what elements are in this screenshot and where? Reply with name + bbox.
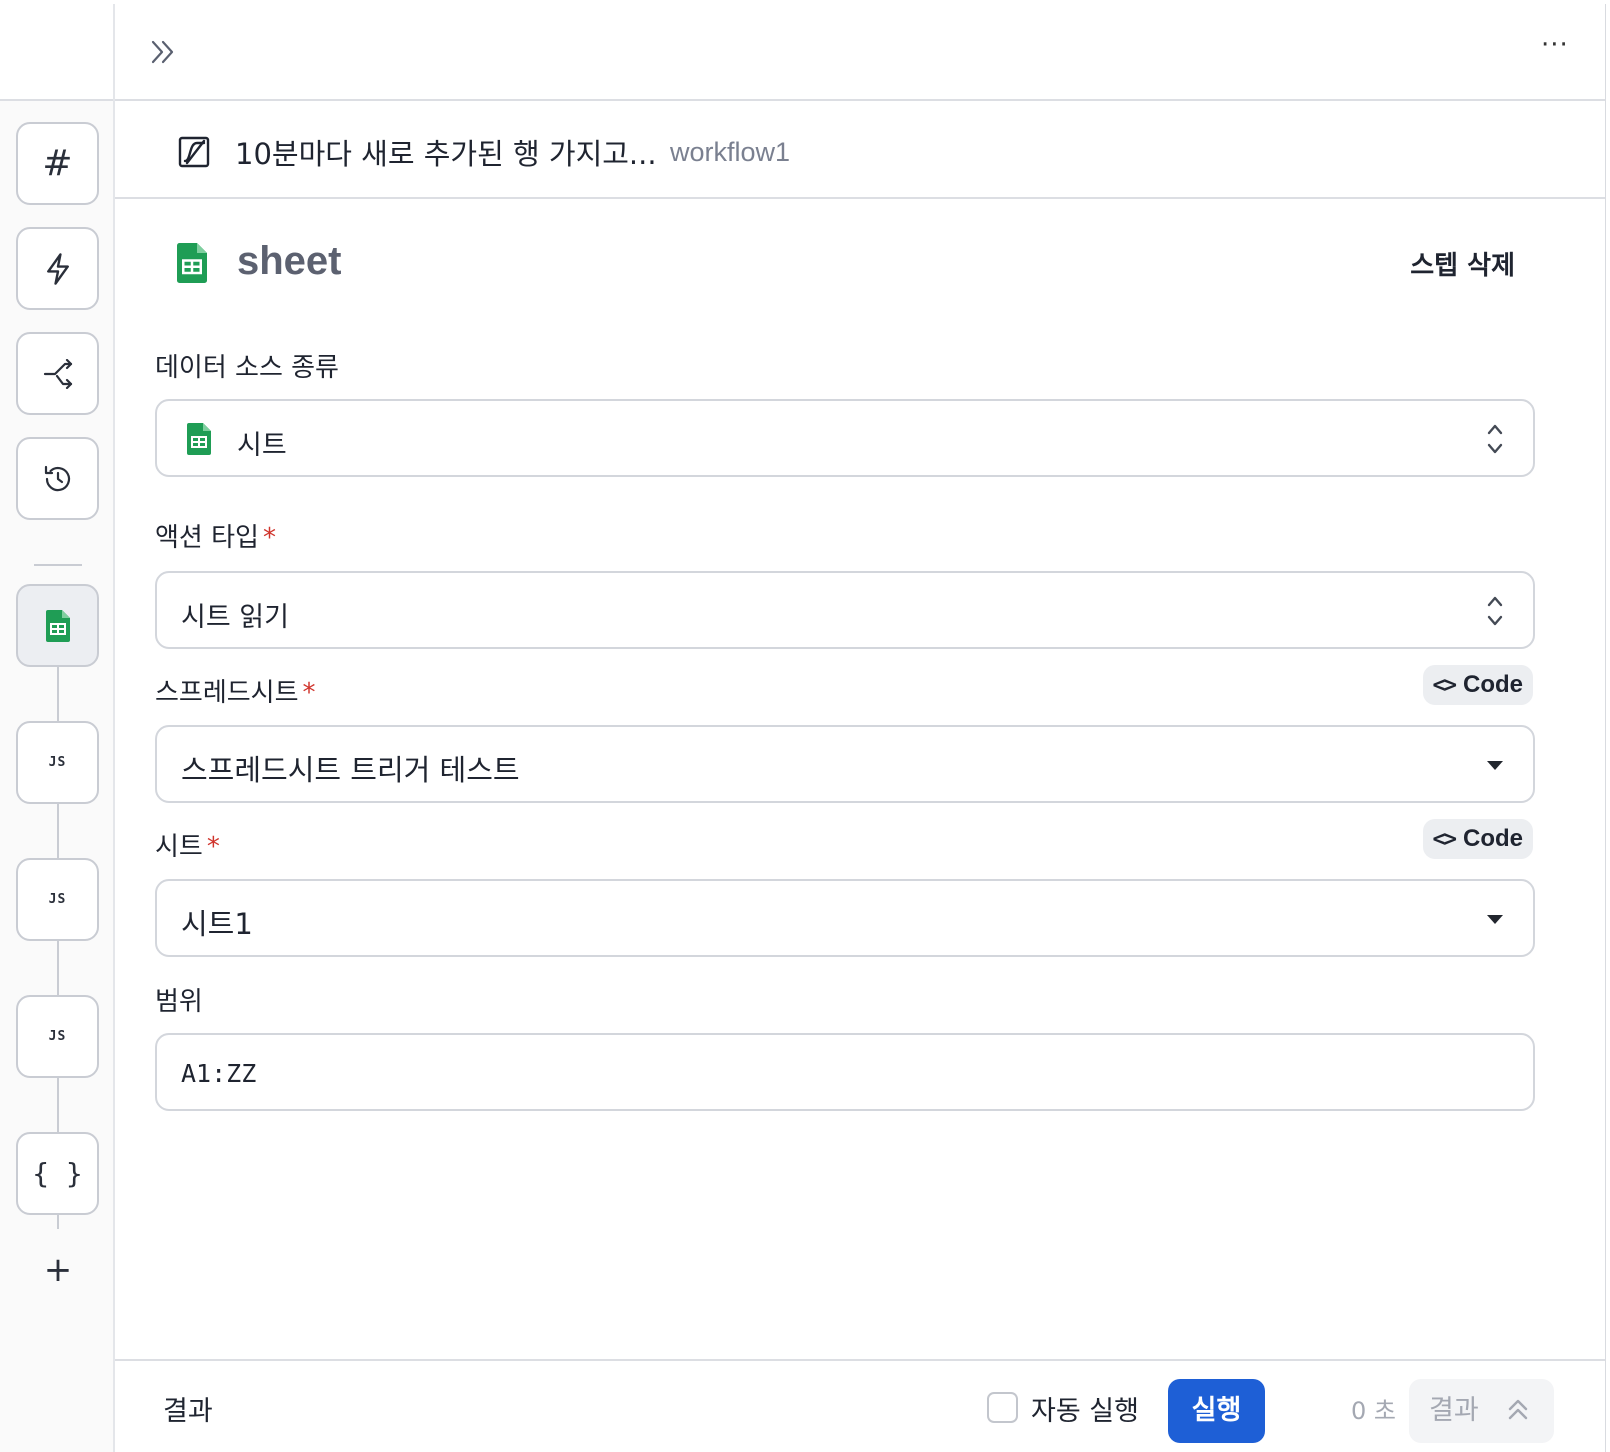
workflow-icon (178, 136, 210, 168)
action-type-label: 액션 타입 * (155, 523, 276, 553)
auto-run-checkbox[interactable] (987, 1392, 1018, 1423)
sheet-select[interactable]: 시트1 (155, 879, 1535, 957)
range-input[interactable]: A1:ZZ (155, 1033, 1535, 1111)
data-source-value: 시트 (237, 430, 287, 461)
step-rail: # JS JS JS { } + (0, 4, 115, 1452)
js-icon: JS (48, 1029, 67, 1044)
rail-trigger-button[interactable] (16, 227, 99, 310)
result-toggle-label: 결과 (1429, 1395, 1479, 1426)
run-button[interactable]: 실행 (1168, 1379, 1265, 1443)
required-mark: * (302, 678, 316, 708)
rail-connector (57, 667, 59, 721)
rail-connector (57, 1215, 59, 1229)
sheet-label: 시트 * (155, 832, 220, 862)
data-source-select[interactable]: 시트 (155, 399, 1535, 477)
rail-hash-button[interactable]: # (16, 122, 99, 205)
auto-run-label[interactable]: 자동 실행 (1031, 1389, 1139, 1428)
double-chevron-up-icon (1508, 1399, 1528, 1420)
rail-connector (57, 804, 59, 858)
chevron-up-down-icon (1487, 424, 1503, 454)
rail-branch-button[interactable] (16, 332, 99, 415)
rail-header (0, 4, 113, 101)
spreadsheet-code-toggle[interactable]: <> Code (1422, 665, 1533, 705)
js-icon: JS (48, 755, 67, 770)
rail-js-step-2-button[interactable]: JS (16, 858, 99, 941)
history-icon (44, 465, 70, 491)
rail-connector (57, 941, 59, 995)
range-label: 범위 (155, 987, 203, 1017)
top-bar: ··· (115, 4, 1605, 101)
shuffle-icon (43, 358, 72, 389)
workflow-title[interactable]: 10분마다 새로 추가된 행 가지고... (235, 131, 657, 173)
hash-icon: # (42, 143, 73, 184)
code-icon: <> (1432, 672, 1457, 698)
google-sheets-icon (45, 609, 70, 642)
step-editor: sheet 스텝 삭제 데이터 소스 종류 시트 액션 타입 * 시트 읽기 스프… (115, 199, 1605, 1359)
code-toggle-label: Code (1463, 671, 1523, 698)
js-icon: JS (48, 892, 67, 907)
action-type-select[interactable]: 시트 읽기 (155, 571, 1535, 649)
google-sheets-icon (177, 243, 207, 283)
more-options-button[interactable]: ··· (1541, 32, 1575, 62)
result-footer: 결과 자동 실행 실행 0 초 결과 (115, 1359, 1605, 1452)
rail-history-button[interactable] (16, 437, 99, 520)
result-toggle-button[interactable]: 결과 (1409, 1379, 1554, 1443)
range-value: A1:ZZ (181, 1059, 257, 1088)
braces-icon: { } (32, 1157, 83, 1190)
rail-connector (57, 1078, 59, 1132)
code-toggle-label: Code (1463, 825, 1523, 852)
rail-sheet-step-button[interactable] (16, 584, 99, 667)
rail-json-step-button[interactable]: { } (16, 1132, 99, 1215)
rail-js-step-1-button[interactable]: JS (16, 721, 99, 804)
chevron-up-down-icon (1487, 596, 1503, 626)
google-sheets-icon (187, 423, 211, 455)
bolt-icon (46, 252, 69, 285)
add-step-button[interactable]: + (42, 1253, 74, 1288)
caret-down-icon (1487, 761, 1503, 770)
step-name[interactable]: sheet (237, 239, 342, 284)
required-mark: * (262, 523, 276, 553)
required-mark: * (206, 832, 220, 862)
delete-step-button[interactable]: 스텝 삭제 (1410, 245, 1515, 282)
caret-down-icon (1487, 915, 1503, 924)
sheet-value: 시트1 (181, 907, 253, 941)
code-icon: <> (1432, 826, 1457, 852)
spreadsheet-select[interactable]: 스프레드시트 트리거 테스트 (155, 725, 1535, 803)
spreadsheet-label: 스프레드시트 * (155, 678, 316, 708)
data-source-label: 데이터 소스 종류 (155, 353, 339, 383)
sheet-code-toggle[interactable]: <> Code (1422, 819, 1533, 859)
app-frame: # JS JS JS { } + ··· 10분마다 새로 추가된 행 가지고.… (0, 4, 1606, 1452)
action-type-value: 시트 읽기 (181, 602, 289, 633)
expand-panel-button[interactable] (147, 36, 179, 68)
workflow-title-bar: 10분마다 새로 추가된 행 가지고... workflow1 (115, 101, 1605, 199)
rail-divider (34, 564, 82, 566)
result-label: 결과 (163, 1396, 213, 1427)
rail-js-step-3-button[interactable]: JS (16, 995, 99, 1078)
spreadsheet-value: 스프레드시트 트리거 테스트 (181, 753, 520, 787)
execution-time: 0 초 (1351, 1397, 1396, 1425)
workflow-id: workflow1 (670, 137, 791, 167)
double-chevron-right-icon (151, 40, 174, 64)
